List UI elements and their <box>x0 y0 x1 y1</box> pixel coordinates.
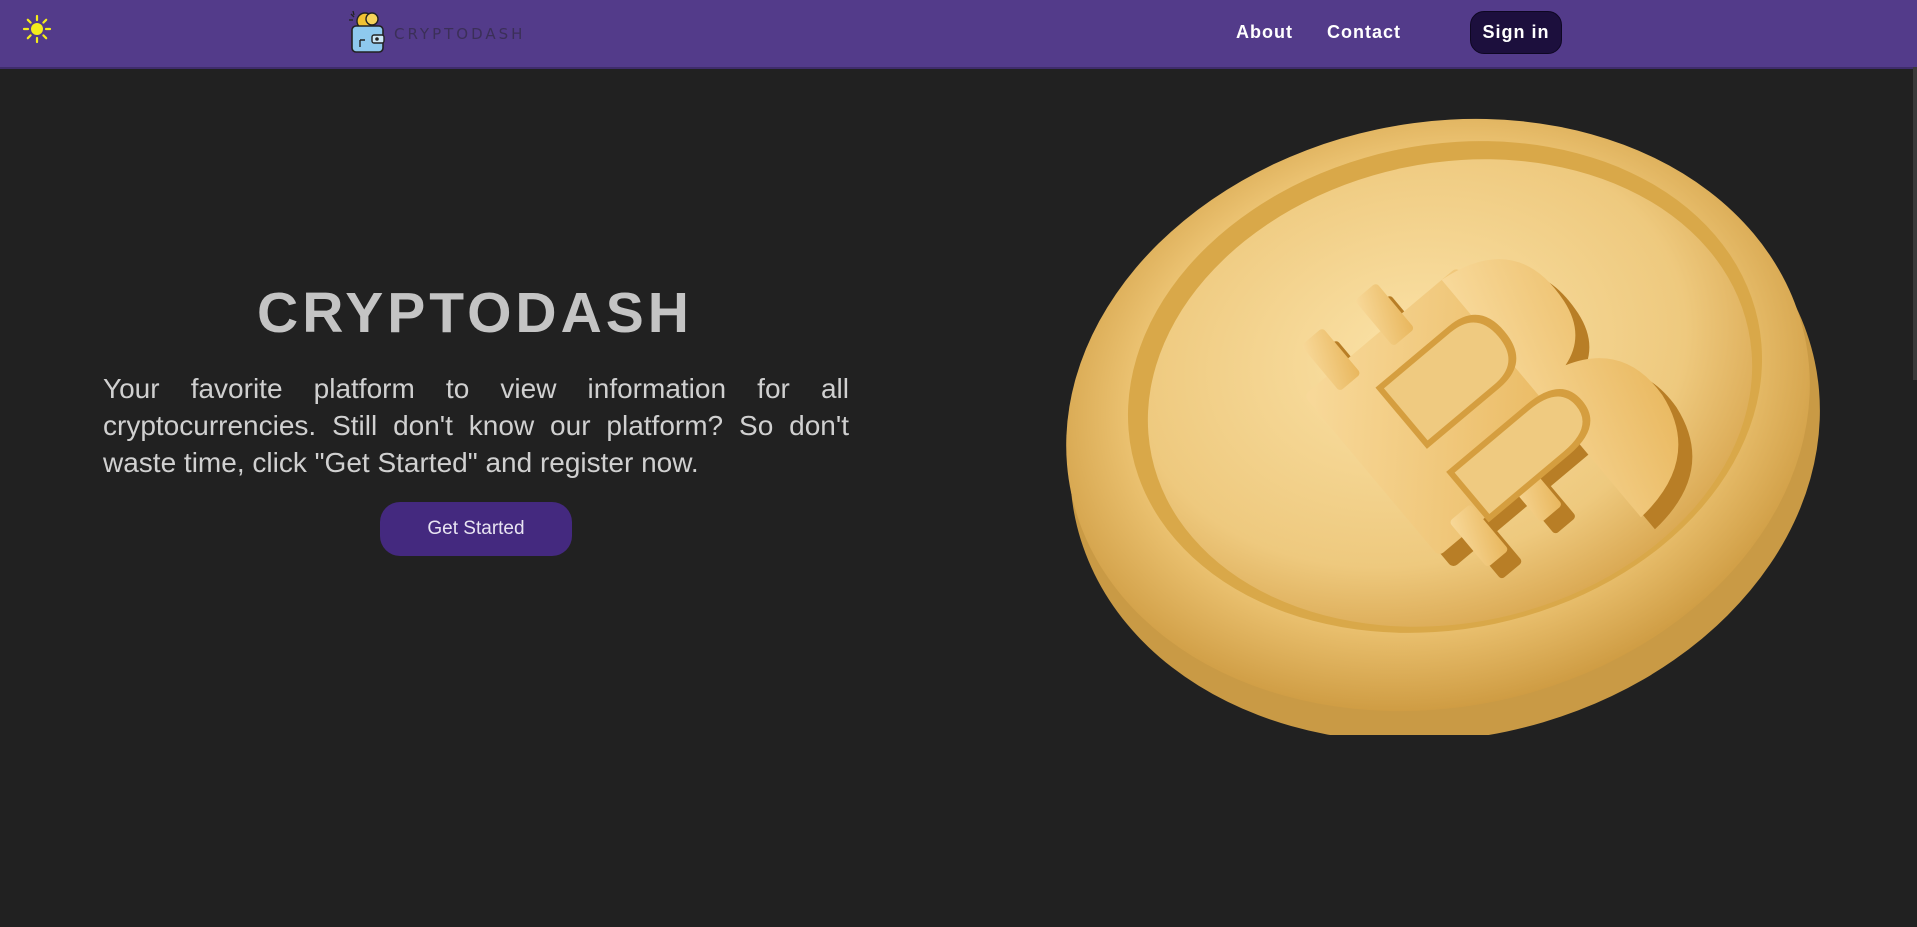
hero-description: Your favorite platform to view informati… <box>103 373 849 478</box>
nav-about-link[interactable]: About <box>1236 22 1293 43</box>
wallet-icon <box>348 10 388 59</box>
sign-in-button[interactable]: Sign in <box>1470 11 1562 54</box>
get-started-button[interactable]: Get Started <box>380 502 572 556</box>
nav-contact-link[interactable]: Contact <box>1327 22 1401 43</box>
navbar: CRYPTODASH About Contact Sign in <box>0 0 1917 69</box>
sun-icon[interactable] <box>22 14 52 44</box>
logo[interactable]: CRYPTODASH <box>348 10 526 59</box>
hero-title: CRYPTODASH <box>257 281 693 345</box>
logo-text: CRYPTODASH <box>394 25 526 43</box>
scrollbar[interactable] <box>1913 67 1917 380</box>
bitcoin-coin-icon <box>1040 95 1830 742</box>
